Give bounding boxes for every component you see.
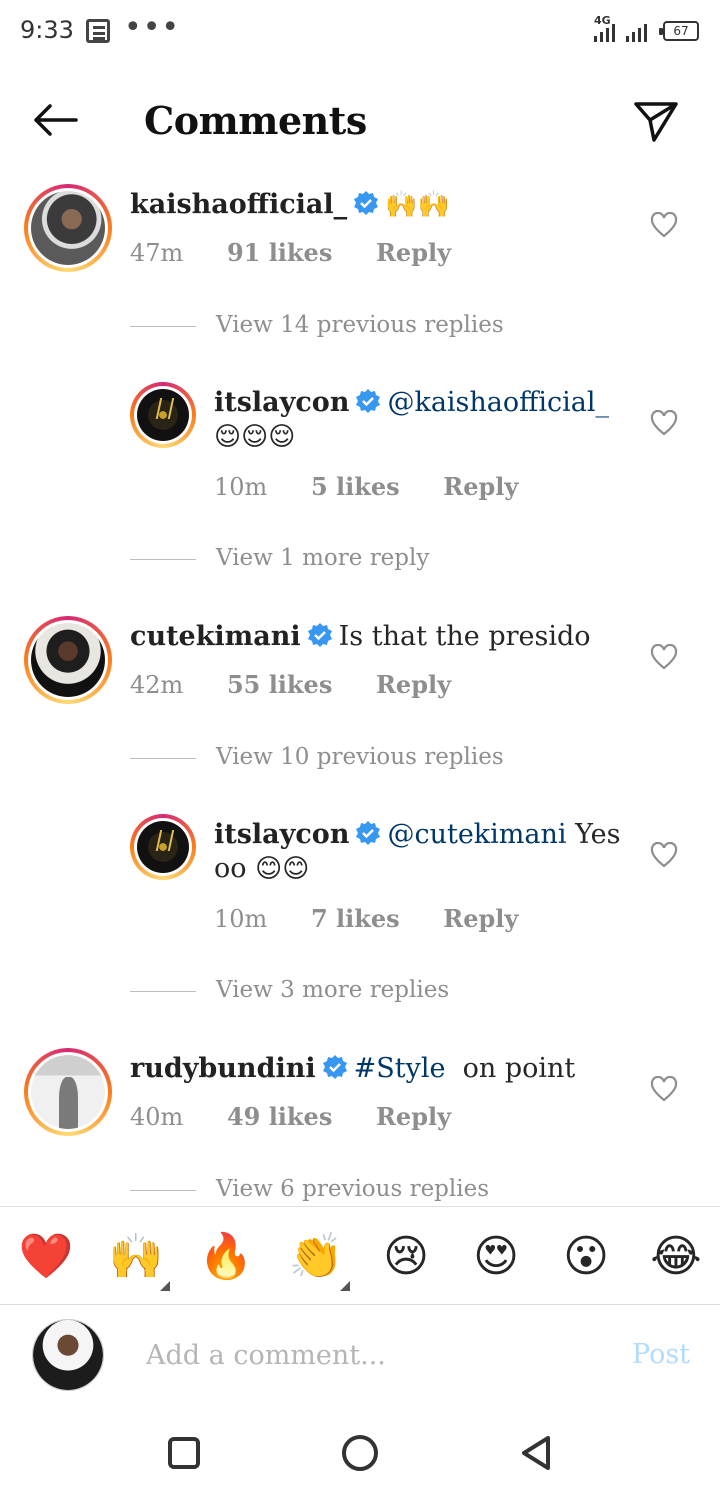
header: Comments xyxy=(0,80,720,160)
emoji-quick-bar: ❤️ 🙌 🔥 👏 😢 😍 😮 😂 xyxy=(0,1206,720,1304)
send-icon[interactable] xyxy=(632,98,680,144)
comment-emojis: 🙌🙌 xyxy=(385,190,450,220)
avatar[interactable] xyxy=(24,616,112,704)
avatar[interactable] xyxy=(24,184,112,272)
view-replies-button[interactable]: View 1 more reply xyxy=(130,545,650,575)
status-bar: 9:33 ••• 4G 67 xyxy=(0,0,720,64)
clap-emoji-button[interactable]: 👏 xyxy=(286,1227,346,1287)
avatar[interactable] xyxy=(130,814,196,880)
news-icon xyxy=(86,19,110,43)
comment-text: Is that the presido xyxy=(338,621,591,652)
signal-icon xyxy=(594,22,615,42)
comment-time: 10m xyxy=(214,473,268,501)
comment-likes[interactable]: 91 likes xyxy=(227,238,332,267)
comment-emojis: 😌😌😌 xyxy=(214,422,296,452)
comment-likes[interactable]: 5 likes xyxy=(311,472,400,501)
heart-icon[interactable] xyxy=(650,212,678,238)
heart-emoji-button[interactable]: ❤️ xyxy=(16,1227,76,1287)
hashtag-link[interactable]: #Style xyxy=(354,1053,446,1084)
page-title: Comments xyxy=(144,98,367,143)
heart-eyes-emoji-button[interactable]: 😍 xyxy=(466,1227,526,1287)
comment-username[interactable]: itslaycon xyxy=(214,387,349,418)
avatar[interactable] xyxy=(24,1048,112,1136)
comment-time: 10m xyxy=(214,905,268,933)
view-replies-label: View 14 previous replies xyxy=(216,312,504,338)
comment-emojis: 😊😊 xyxy=(255,854,310,884)
reply-button[interactable]: Reply xyxy=(443,472,518,501)
battery-icon: 67 xyxy=(659,21,699,41)
verified-badge-icon xyxy=(354,191,379,215)
heart-icon[interactable] xyxy=(650,410,678,436)
heart-icon[interactable] xyxy=(650,644,678,670)
my-avatar xyxy=(32,1319,104,1391)
mention-link[interactable]: @kaishaofficial_ xyxy=(387,387,609,418)
comment-time: 42m xyxy=(130,671,184,699)
view-replies-button[interactable]: View 6 previous replies xyxy=(130,1176,650,1204)
system-nav-bar xyxy=(0,1404,720,1500)
comment-username[interactable]: itslaycon xyxy=(214,819,349,850)
comment-time: 47m xyxy=(130,239,184,267)
comment-likes[interactable]: 49 likes xyxy=(227,1102,332,1131)
comment-username[interactable]: rudybundini xyxy=(130,1053,316,1084)
comment-input[interactable] xyxy=(146,1335,586,1375)
view-replies-button[interactable]: View 10 previous replies xyxy=(130,744,650,774)
recent-apps-icon[interactable] xyxy=(168,1437,200,1469)
comment-text: on point xyxy=(462,1053,576,1084)
comment-meta: 40m 49 likes Reply xyxy=(130,1102,487,1131)
verified-badge-icon xyxy=(356,821,381,845)
nav-back-icon[interactable] xyxy=(518,1434,554,1472)
heart-icon[interactable] xyxy=(650,1076,678,1102)
signal-icon-2 xyxy=(626,22,647,42)
comment-composer: Post xyxy=(0,1304,720,1404)
status-time: 9:33 xyxy=(20,16,74,44)
view-replies-label: View 10 previous replies xyxy=(216,744,504,770)
comment-username[interactable]: kaishaofficial_ xyxy=(130,189,347,220)
comment-meta: 10m 7 likes Reply xyxy=(214,904,554,933)
reply-button[interactable]: Reply xyxy=(443,904,518,933)
laughing-emoji-button[interactable]: 😂 xyxy=(646,1227,706,1287)
battery-level: 67 xyxy=(673,24,689,38)
comment-likes[interactable]: 7 likes xyxy=(311,904,400,933)
view-replies-button[interactable]: View 3 more replies xyxy=(130,977,650,1007)
verified-badge-icon xyxy=(356,389,381,413)
comment-time: 40m xyxy=(130,1103,184,1131)
mention-link[interactable]: @cutekimani xyxy=(387,819,566,850)
more-notifications-icon: ••• xyxy=(124,10,181,45)
comment-text: Yes xyxy=(575,819,621,850)
comment-likes[interactable]: 55 likes xyxy=(227,670,332,699)
skin-tone-caret-icon xyxy=(160,1281,170,1291)
back-arrow-icon[interactable] xyxy=(30,100,80,140)
post-button[interactable]: Post xyxy=(632,1339,690,1370)
comment-meta: 42m 55 likes Reply xyxy=(130,670,487,699)
skin-tone-caret-icon xyxy=(340,1281,350,1291)
heart-icon[interactable] xyxy=(650,842,678,868)
raised-hands-emoji-button[interactable]: 🙌 xyxy=(106,1227,166,1287)
avatar[interactable] xyxy=(130,382,196,448)
home-icon[interactable] xyxy=(342,1435,378,1471)
comment-meta: 47m 91 likes Reply xyxy=(130,238,487,267)
reply-button[interactable]: Reply xyxy=(376,670,451,699)
view-replies-label: View 3 more replies xyxy=(216,977,450,1003)
verified-badge-icon xyxy=(307,623,332,647)
view-replies-button[interactable]: View 14 previous replies xyxy=(130,312,650,342)
reply-button[interactable]: Reply xyxy=(376,238,451,267)
view-replies-label: View 6 previous replies xyxy=(216,1176,490,1202)
surprised-emoji-button[interactable]: 😮 xyxy=(556,1227,616,1287)
fire-emoji-button[interactable]: 🔥 xyxy=(196,1227,256,1287)
reply-button[interactable]: Reply xyxy=(376,1102,451,1131)
comment-meta: 10m 5 likes Reply xyxy=(214,472,554,501)
crying-emoji-button[interactable]: 😢 xyxy=(376,1227,436,1287)
comment-text-continued: oo xyxy=(214,853,247,884)
verified-badge-icon xyxy=(322,1055,347,1079)
view-replies-label: View 1 more reply xyxy=(216,545,430,571)
comment-username[interactable]: cutekimani xyxy=(130,621,301,652)
